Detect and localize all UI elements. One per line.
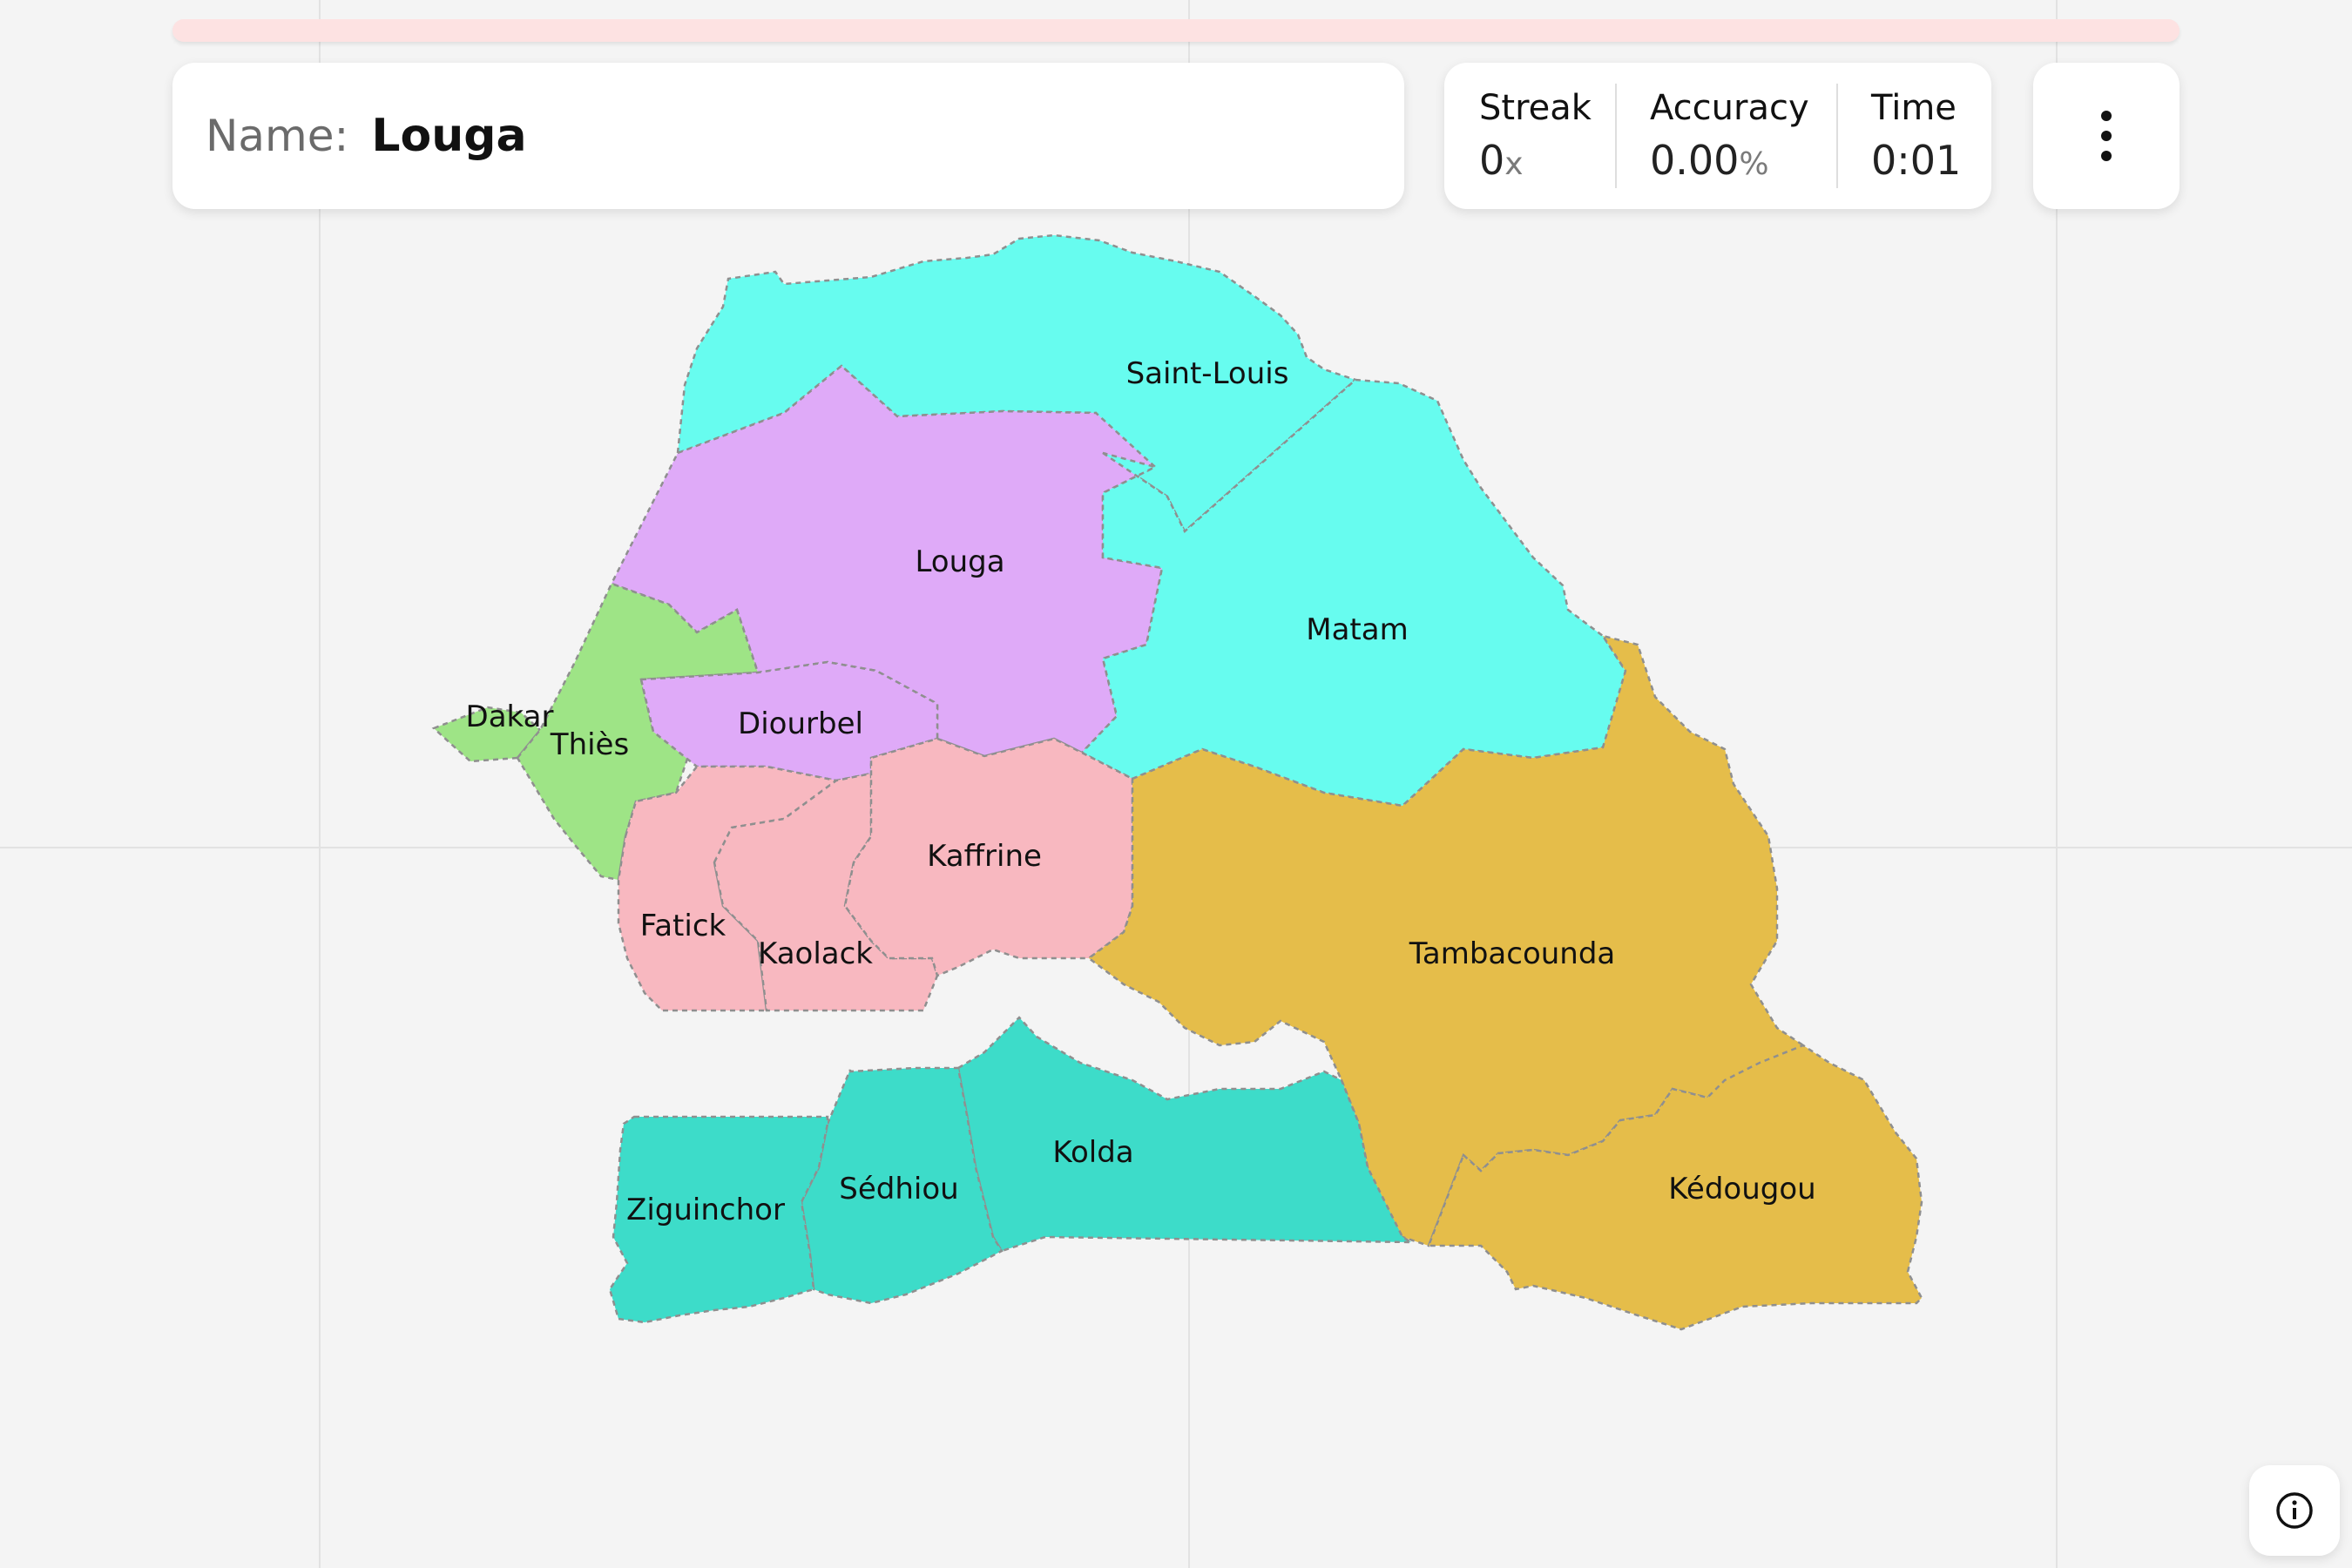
- label-thies: Thiès: [550, 727, 629, 762]
- label-kaffrine: Kaffrine: [927, 839, 1042, 874]
- label-matam: Matam: [1306, 612, 1408, 647]
- label-ziguinchor: Ziguinchor: [626, 1193, 785, 1227]
- info-button[interactable]: [2249, 1465, 2340, 1556]
- label-saint-louis: Saint-Louis: [1126, 356, 1289, 391]
- label-diourbel: Diourbel: [738, 706, 863, 741]
- label-kaolack: Kaolack: [758, 936, 873, 971]
- label-kolda: Kolda: [1052, 1135, 1133, 1170]
- info-icon: [2276, 1492, 2313, 1529]
- label-sedhiou: Sédhiou: [839, 1172, 958, 1206]
- label-louga: Louga: [915, 544, 1004, 579]
- label-tambacounda: Tambacounda: [1409, 936, 1616, 971]
- label-dakar: Dakar: [466, 700, 554, 734]
- label-fatick: Fatick: [640, 909, 727, 943]
- senegal-map: Saint-Louis Louga Matam Dakar Thiès Diou…: [431, 233, 1923, 1331]
- label-kedougou: Kédougou: [1668, 1172, 1815, 1206]
